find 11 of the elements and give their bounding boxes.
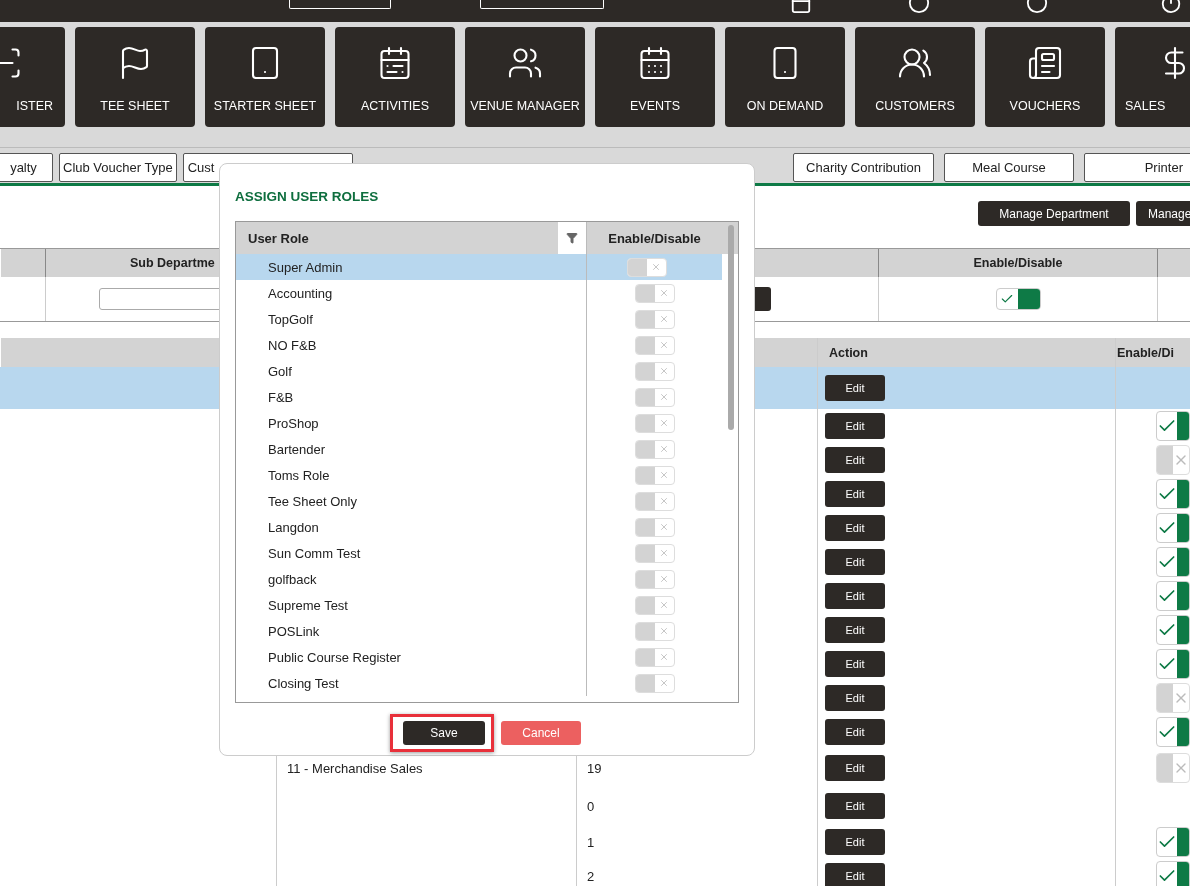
header-cell: Enable/Disable [586, 222, 738, 254]
table-cell: 0 [587, 798, 595, 814]
header-cell: Enable/Di [1115, 338, 1190, 367]
header-cell: Enable/Disable [878, 249, 1157, 277]
table-cell: 2 [587, 868, 595, 884]
header-cell: User Role [236, 222, 586, 254]
dialog-title: ASSIGN USER ROLES [235, 189, 380, 206]
header-cell: Action [817, 338, 1115, 367]
table-cell: 11 - Merchandise Sales [287, 760, 423, 776]
table-cell: 19 [587, 760, 602, 776]
table-cell: 1 [587, 834, 595, 850]
